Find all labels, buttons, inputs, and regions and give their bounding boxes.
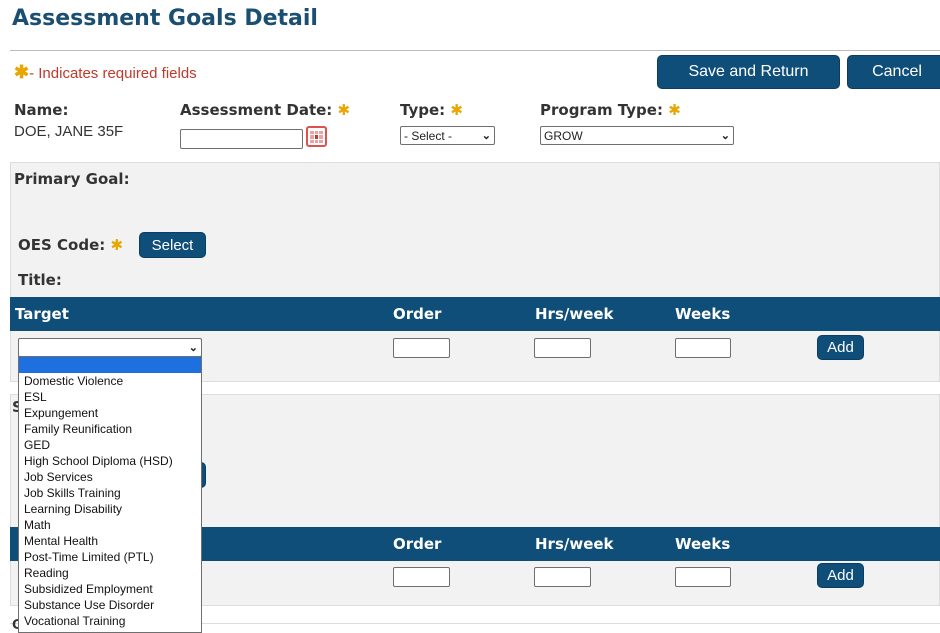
assessment-date-label: Assessment Date: ✱	[180, 101, 350, 119]
assessment-date-label-text: Assessment Date:	[180, 101, 333, 119]
dropdown-option[interactable]: ESL	[19, 389, 201, 405]
required-fields-note: ✱- Indicates required fields	[14, 62, 197, 83]
name-value: DOE, JANE 35F	[14, 123, 124, 140]
column-header-hrs-week: Hrs/week	[535, 535, 614, 553]
type-select-value: - Select -	[404, 128, 453, 143]
dropdown-option[interactable]: Job Skills Training	[19, 485, 201, 501]
type-select[interactable]: - Select - ⌄	[400, 126, 495, 145]
dropdown-option[interactable]: Expungement	[19, 405, 201, 421]
primary-grid-header: Target Order Hrs/week Weeks	[10, 297, 940, 331]
hrs-week-input[interactable]	[534, 338, 591, 358]
title-label: Title:	[18, 271, 62, 289]
required-star-icon: ✱	[450, 101, 463, 119]
dropdown-option[interactable]: GED	[19, 437, 201, 453]
dropdown-option[interactable]: High School Diploma (HSD)	[19, 453, 201, 469]
column-header-weeks: Weeks	[675, 535, 731, 553]
oes-code-label-text: OES Code:	[18, 236, 106, 254]
dropdown-option[interactable]: Domestic Violence	[19, 373, 201, 389]
column-header-hrs-week: Hrs/week	[535, 305, 614, 323]
name-label: Name:	[14, 101, 69, 119]
dropdown-option[interactable]: Family Reunification	[19, 421, 201, 437]
program-type-select[interactable]: GROW ⌄	[540, 126, 734, 145]
dropdown-option[interactable]: Math	[19, 517, 201, 533]
column-header-target: Target	[15, 305, 69, 323]
page-title: Assessment Goals Detail	[12, 6, 318, 31]
type-label-text: Type:	[400, 101, 446, 119]
title-divider	[10, 50, 940, 51]
required-star-icon: ✱	[668, 101, 681, 119]
oes-code-label: OES Code: ✱	[18, 236, 123, 254]
required-star-icon: ✱	[110, 236, 124, 254]
calendar-icon[interactable]	[306, 126, 327, 147]
column-header-weeks: Weeks	[675, 305, 731, 323]
program-type-label: Program Type: ✱	[540, 101, 681, 119]
add-button[interactable]: Add	[817, 563, 864, 588]
required-star-icon: ✱	[14, 62, 30, 82]
column-header-order: Order	[393, 305, 442, 323]
dropdown-option[interactable]: Job Services	[19, 469, 201, 485]
chevron-down-icon: ⌄	[481, 130, 491, 142]
dropdown-option[interactable]: Learning Disability	[19, 501, 201, 517]
add-button[interactable]: Add	[817, 335, 864, 360]
dropdown-option[interactable]: Substance Use Disorder	[19, 597, 201, 613]
program-type-select-value: GROW	[544, 128, 583, 143]
cancel-button[interactable]: Cancel	[847, 55, 940, 89]
type-label: Type: ✱	[400, 101, 463, 119]
weeks-input[interactable]	[675, 338, 731, 358]
chevron-down-icon: ⌄	[188, 342, 198, 354]
dropdown-option[interactable]: Vocational Training	[19, 613, 201, 629]
target-dropdown-list: Domestic Violence ESL Expungement Family…	[18, 356, 202, 633]
column-header-order: Order	[393, 535, 442, 553]
order-input[interactable]	[393, 567, 450, 587]
oes-select-button[interactable]: Select	[139, 232, 206, 258]
dropdown-option[interactable]: Subsidized Employment	[19, 581, 201, 597]
required-note-text: - Indicates required fields	[29, 65, 197, 82]
dropdown-option[interactable]: Mental Health	[19, 533, 201, 549]
target-select[interactable]: ⌄	[18, 338, 202, 357]
program-type-label-text: Program Type:	[540, 101, 663, 119]
required-star-icon: ✱	[337, 101, 351, 119]
dropdown-option[interactable]: Reading	[19, 565, 201, 581]
weeks-input[interactable]	[675, 567, 731, 587]
primary-goal-heading: Primary Goal:	[14, 170, 130, 188]
order-input[interactable]	[393, 338, 450, 358]
assessment-date-input[interactable]	[180, 129, 303, 149]
dropdown-option[interactable]: Post-Time Limited (PTL)	[19, 549, 201, 565]
chevron-down-icon: ⌄	[720, 130, 730, 142]
save-and-return-button[interactable]: Save and Return	[657, 55, 840, 89]
hrs-week-input[interactable]	[534, 567, 591, 587]
dropdown-option[interactable]	[19, 357, 201, 373]
